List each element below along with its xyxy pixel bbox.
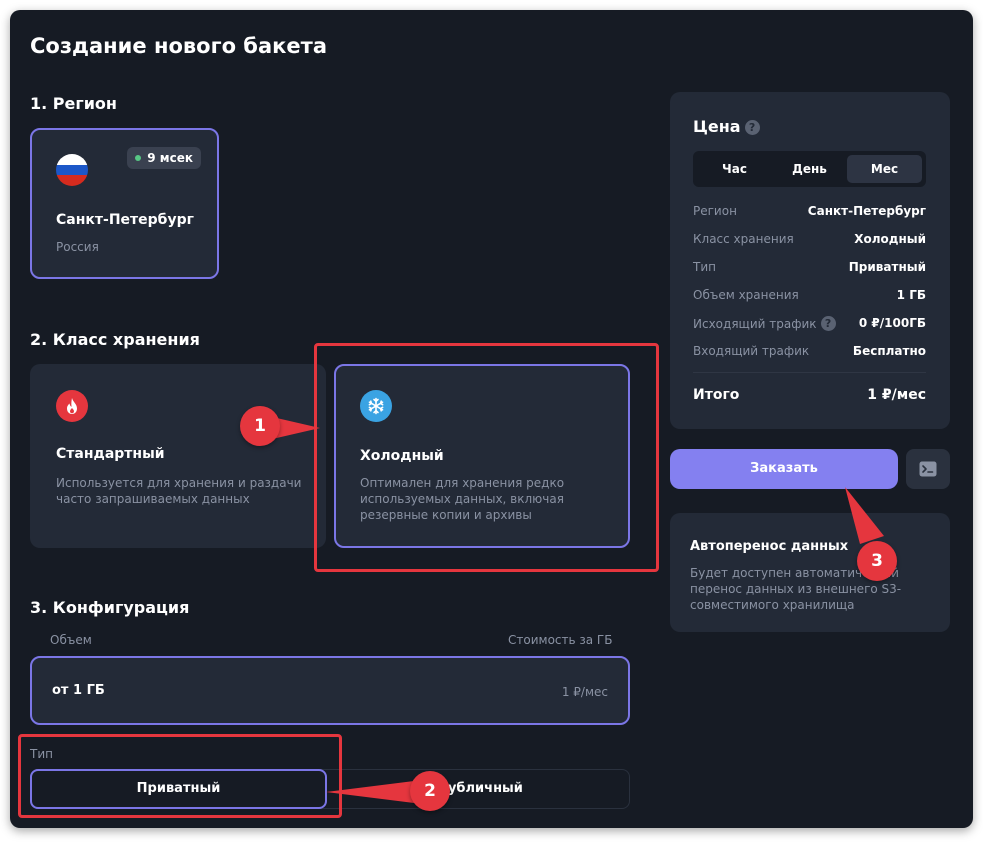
annotation-badge-1: 1 <box>240 406 280 446</box>
annotation-arrows <box>268 416 884 806</box>
arrow-3 <box>845 487 884 544</box>
annotation-badge-2: 2 <box>410 771 450 811</box>
annotation-badge-3: 3 <box>857 541 897 581</box>
